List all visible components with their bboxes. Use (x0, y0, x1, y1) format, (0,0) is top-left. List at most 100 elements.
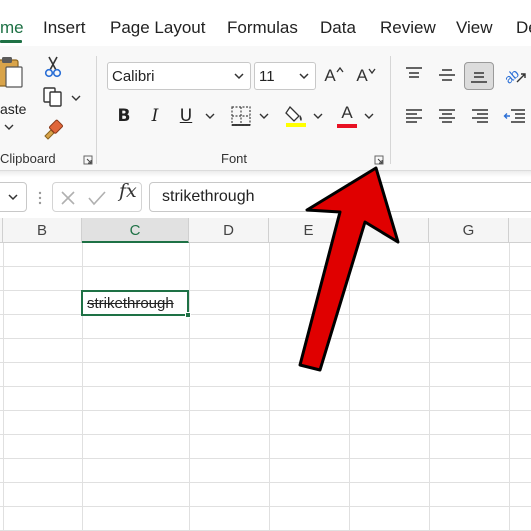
tab-view[interactable]: View (456, 18, 493, 38)
font-color-swatch (337, 124, 357, 128)
active-cell-value: strikethrough (87, 295, 174, 312)
chevron-down-icon (234, 73, 244, 80)
resize-handle-icon[interactable] (38, 190, 42, 206)
align-middle-icon (439, 69, 455, 81)
paint-bucket-icon (285, 105, 306, 127)
decrease-indent-icon (503, 109, 525, 123)
gridline (189, 243, 190, 531)
cancel-icon[interactable] (59, 189, 77, 207)
cut-button[interactable] (42, 54, 64, 80)
paste-button[interactable] (0, 54, 30, 90)
gridline (429, 243, 430, 531)
gridline (3, 243, 4, 531)
align-center-button[interactable] (435, 104, 459, 130)
formula-bar: fx strikethrough (0, 177, 531, 218)
clipboard-icon (0, 57, 23, 88)
paste-label[interactable]: aste (0, 101, 26, 117)
tab-home[interactable]: me (0, 18, 24, 38)
align-top-icon (406, 67, 422, 78)
font-dialog-launcher-icon[interactable] (374, 155, 384, 165)
align-left-icon (406, 109, 422, 123)
copy-dropdown-chevron-icon[interactable] (71, 94, 81, 102)
font-name-dropdown[interactable]: Calibri (107, 62, 251, 90)
font-color-letter: A (341, 103, 353, 122)
borders-icon (231, 106, 251, 126)
clipboard-group-label: Clipboard (0, 151, 56, 166)
tab-review[interactable]: Review (380, 18, 436, 38)
tab-data[interactable]: Data (320, 18, 356, 38)
column-header-f[interactable] (349, 218, 429, 243)
column-header[interactable] (509, 218, 531, 243)
svg-text:ab: ab (503, 66, 522, 86)
fill-color-button[interactable] (283, 102, 309, 130)
tab-insert[interactable]: Insert (43, 18, 86, 38)
name-box[interactable] (0, 182, 27, 212)
shrink-font-label: A (356, 66, 368, 85)
gridline (0, 434, 531, 435)
enter-check-icon[interactable] (87, 189, 107, 207)
gridline (0, 410, 531, 411)
gridline (349, 243, 350, 531)
clipboard-dialog-launcher-icon[interactable] (83, 155, 93, 165)
gridline (0, 362, 531, 363)
increase-font-size-button[interactable]: A (322, 62, 346, 90)
format-painter-button[interactable] (41, 117, 65, 141)
font-size-dropdown[interactable]: 11 (254, 62, 316, 90)
copy-button[interactable] (41, 85, 65, 109)
column-header-d[interactable]: D (189, 218, 269, 243)
insert-function-button[interactable]: fx (119, 180, 137, 202)
gridline (509, 243, 510, 531)
ribbon: aste Clipboard Calibri 11 A A B I U A Fo… (0, 46, 531, 171)
decrease-indent-button[interactable] (502, 104, 528, 130)
gridline (269, 243, 270, 531)
font-group-label: Font (221, 151, 248, 166)
column-header-e[interactable]: E (269, 218, 349, 243)
align-bottom-icon (471, 72, 487, 83)
tab-formulas[interactable]: Formulas (227, 18, 298, 38)
gridline (0, 338, 531, 339)
orientation-button[interactable]: ab (502, 62, 528, 88)
borders-button[interactable] (228, 103, 254, 129)
gridline (0, 386, 531, 387)
underline-dropdown-chevron-icon[interactable] (205, 112, 215, 120)
bold-button[interactable]: B (113, 103, 135, 129)
align-right-icon (472, 109, 488, 123)
decrease-font-size-button[interactable]: A (354, 62, 378, 90)
column-header-g[interactable]: G (429, 218, 509, 243)
align-right-button[interactable] (468, 104, 492, 130)
middle-align-button[interactable] (435, 62, 459, 88)
font-color-dropdown-chevron-icon[interactable] (364, 112, 374, 120)
gridline (0, 266, 531, 267)
borders-dropdown-chevron-icon[interactable] (259, 112, 269, 120)
fill-color-dropdown-chevron-icon[interactable] (313, 112, 323, 120)
font-size-value: 11 (259, 68, 275, 85)
column-header-c[interactable]: C (82, 218, 189, 243)
fill-handle[interactable] (185, 312, 191, 318)
active-cell[interactable]: strikethrough (81, 290, 189, 316)
group-divider (390, 56, 391, 164)
ribbon-tab-bar: me Insert Page Layout Formulas Data Revi… (0, 0, 531, 46)
align-left-button[interactable] (402, 104, 426, 130)
underline-button[interactable]: U (175, 103, 197, 129)
gridline (0, 482, 531, 483)
column-header-b[interactable]: B (3, 218, 82, 243)
chevron-down-icon[interactable] (4, 123, 14, 131)
caret-down-icon (368, 68, 376, 75)
align-center-icon (439, 109, 455, 123)
font-color-button[interactable]: A (334, 102, 360, 130)
italic-button[interactable]: I (144, 103, 166, 129)
formula-content: strikethrough (162, 188, 255, 205)
group-divider (96, 56, 97, 164)
caret-up-icon (336, 66, 344, 73)
tab-page-layout[interactable]: Page Layout (110, 18, 205, 38)
gridline (0, 290, 531, 291)
formula-input[interactable]: strikethrough (149, 182, 531, 212)
tab-developer[interactable]: De (516, 18, 531, 38)
font-name-value: Calibri (112, 68, 155, 85)
format-painter-icon (44, 119, 63, 140)
orientation-icon: ab (503, 66, 526, 86)
gridline (0, 506, 531, 507)
top-align-button[interactable] (402, 62, 426, 88)
chevron-down-icon (299, 73, 309, 80)
bottom-align-button[interactable] (464, 62, 494, 90)
